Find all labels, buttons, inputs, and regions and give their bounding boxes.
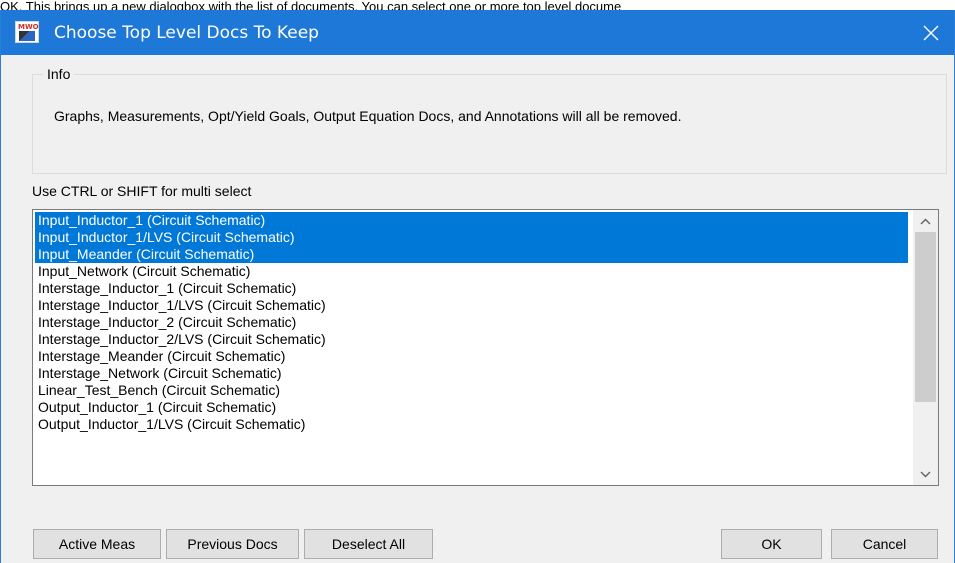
list-item[interactable]: Output_Inductor_1 (Circuit Schematic) — [35, 399, 908, 416]
list-item[interactable]: Input_Meander (Circuit Schematic) — [35, 246, 908, 263]
list-item[interactable]: Interstage_Inductor_1 (Circuit Schematic… — [35, 280, 908, 297]
close-icon — [923, 25, 939, 40]
title-bar[interactable]: MWO Choose Top Level Docs To Keep — [1, 10, 954, 55]
info-groupbox: Info Graphs, Measurements, Opt/Yield Goa… — [32, 66, 947, 174]
multi-select-hint: Use CTRL or SHIFT for multi select — [32, 183, 252, 199]
documents-list: Input_Inductor_1 (Circuit Schematic) Inpu… — [35, 212, 908, 433]
scroll-down-button[interactable] — [913, 463, 938, 485]
choose-docs-dialog: MWO Choose Top Level Docs To Keep Info G… — [0, 10, 955, 563]
list-item[interactable]: Input_Network (Circuit Schematic) — [35, 263, 908, 280]
scroll-up-button[interactable] — [913, 210, 938, 232]
documents-listbox[interactable]: Input_Inductor_1 (Circuit Schematic) Inpu… — [32, 209, 939, 486]
list-item[interactable]: Input_Inductor_1 (Circuit Schematic) — [35, 212, 908, 229]
scroll-thumb[interactable] — [915, 232, 936, 402]
info-legend: Info — [43, 66, 75, 82]
list-item[interactable]: Input_Inductor_1/LVS (Circuit Schematic) — [35, 229, 908, 246]
active-meas-button[interactable]: Active Meas — [33, 529, 161, 559]
list-item[interactable]: Output_Inductor_1/LVS (Circuit Schematic… — [35, 416, 908, 433]
app-icon: MWO — [15, 21, 39, 43]
info-message: Graphs, Measurements, Opt/Yield Goals, O… — [54, 108, 682, 124]
list-item[interactable]: Interstage_Meander (Circuit Schematic) — [35, 348, 908, 365]
vertical-scrollbar[interactable] — [913, 210, 938, 485]
chevron-up-icon — [920, 218, 931, 224]
list-item[interactable]: Interstage_Inductor_1/LVS (Circuit Schem… — [35, 297, 908, 314]
list-item[interactable]: Interstage_Inductor_2 (Circuit Schematic… — [35, 314, 908, 331]
dialog-title: Choose Top Level Docs To Keep — [54, 23, 319, 43]
close-button[interactable] — [908, 10, 954, 55]
ok-button[interactable]: OK — [721, 529, 822, 559]
chevron-down-icon — [920, 471, 931, 477]
previous-docs-button[interactable]: Previous Docs — [166, 529, 299, 559]
deselect-all-button[interactable]: Deselect All — [304, 529, 433, 559]
cancel-button[interactable]: Cancel — [831, 529, 938, 559]
list-item[interactable]: Interstage_Network (Circuit Schematic) — [35, 365, 908, 382]
list-item[interactable]: Linear_Test_Bench (Circuit Schematic) — [35, 382, 908, 399]
list-item[interactable]: Interstage_Inductor_2/LVS (Circuit Schem… — [35, 331, 908, 348]
